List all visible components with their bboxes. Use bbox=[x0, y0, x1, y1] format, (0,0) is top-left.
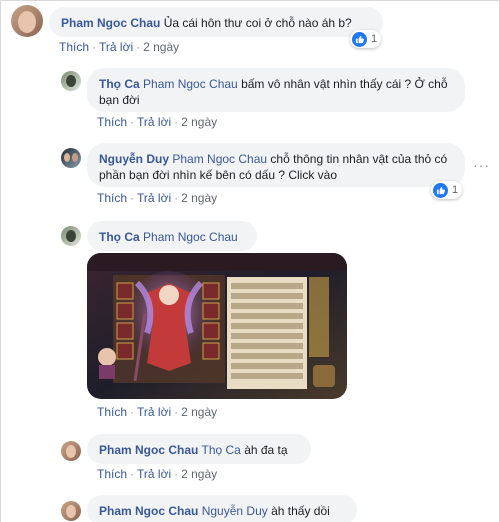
comment-actions: Thích · Trả lời · 2 ngày bbox=[97, 115, 218, 129]
like-button[interactable]: Thích bbox=[97, 191, 127, 205]
like-count-value: 1 bbox=[371, 33, 378, 45]
mention-link[interactable]: Pham Ngoc Chau bbox=[143, 230, 238, 244]
comment-text: àh đa tạ bbox=[244, 443, 288, 457]
comment-author[interactable]: Thọ Ca bbox=[99, 230, 140, 244]
comment-bubble: Pham Ngoc Chau Thọ Ca àh đa tạ bbox=[87, 434, 311, 464]
reply-button[interactable]: Trả lời bbox=[137, 467, 171, 481]
mention-link[interactable]: Pham Ngoc Chau bbox=[143, 77, 238, 91]
timestamp[interactable]: 2 ngày bbox=[143, 40, 179, 54]
comment-bubble: Thọ Ca Pham Ngoc Chau bbox=[87, 221, 257, 251]
mention-link[interactable]: Thọ Ca bbox=[201, 443, 240, 457]
avatar[interactable] bbox=[11, 5, 43, 37]
comment-actions: Thích · Trả lời · 2 ngày bbox=[97, 191, 218, 205]
like-count[interactable]: 1 bbox=[431, 181, 463, 199]
comment-text: àh thấy dồi bbox=[271, 504, 330, 518]
timestamp[interactable]: 2 ngày bbox=[181, 467, 217, 481]
comment-author[interactable]: Pham Ngoc Chau bbox=[99, 443, 198, 457]
comment-actions: Thích · Trả lời · 2 ngày bbox=[97, 467, 218, 481]
comment-thread: Pham Ngoc Chau Ủa cái hôn thư coi ở chỗ … bbox=[0, 0, 500, 522]
reply-button[interactable]: Trả lời bbox=[137, 405, 171, 419]
like-button[interactable]: Thích bbox=[59, 40, 89, 54]
comment-actions: Thích · Trả lời · 2 ngày bbox=[97, 405, 218, 419]
comment-bubble: Thọ Ca Pham Ngoc Chau bấm vô nhân vật nh… bbox=[87, 68, 465, 112]
game-screenshot bbox=[87, 253, 347, 399]
reply-button[interactable]: Trả lời bbox=[137, 191, 171, 205]
thumbs-up-icon bbox=[352, 31, 367, 47]
avatar[interactable] bbox=[61, 501, 81, 521]
mention-link[interactable]: Nguyễn Duy bbox=[202, 504, 268, 518]
avatar[interactable] bbox=[61, 71, 81, 91]
attached-image[interactable] bbox=[87, 253, 347, 399]
comment-author[interactable]: Pham Ngoc Chau bbox=[61, 16, 160, 30]
more-options-icon[interactable]: ··· bbox=[473, 157, 490, 173]
timestamp[interactable]: 2 ngày bbox=[181, 115, 217, 129]
like-count-value: 1 bbox=[452, 184, 459, 196]
avatar[interactable] bbox=[61, 226, 81, 246]
timestamp[interactable]: 2 ngày bbox=[181, 405, 217, 419]
reply-button[interactable]: Trả lời bbox=[99, 40, 133, 54]
like-count[interactable]: 1 bbox=[350, 30, 382, 48]
comment-actions: Thích · Trả lời · 2 ngày bbox=[59, 40, 180, 54]
comment-bubble: Pham Ngoc Chau Nguyễn Duy àh thấy dồi bbox=[87, 495, 357, 522]
timestamp[interactable]: 2 ngày bbox=[181, 191, 217, 205]
comment-bubble: Pham Ngoc Chau Ủa cái hôn thư coi ở chỗ … bbox=[49, 7, 383, 37]
avatar[interactable] bbox=[61, 148, 81, 168]
comment-author[interactable]: Pham Ngoc Chau bbox=[99, 504, 198, 518]
like-button[interactable]: Thích bbox=[97, 115, 127, 129]
like-button[interactable]: Thích bbox=[97, 467, 127, 481]
comment-author[interactable]: Nguyễn Duy bbox=[99, 152, 169, 166]
comment-author[interactable]: Thọ Ca bbox=[99, 77, 140, 91]
like-button[interactable]: Thích bbox=[97, 405, 127, 419]
mention-link[interactable]: Pham Ngoc Chau bbox=[172, 152, 267, 166]
avatar[interactable] bbox=[61, 441, 81, 461]
reply-button[interactable]: Trả lời bbox=[137, 115, 171, 129]
comment-text: Ủa cái hôn thư coi ở chỗ nào áh b? bbox=[163, 16, 352, 30]
thumbs-up-icon bbox=[433, 182, 448, 198]
comment-bubble: Nguyễn Duy Pham Ngoc Chau chỗ thông tin … bbox=[87, 143, 465, 187]
